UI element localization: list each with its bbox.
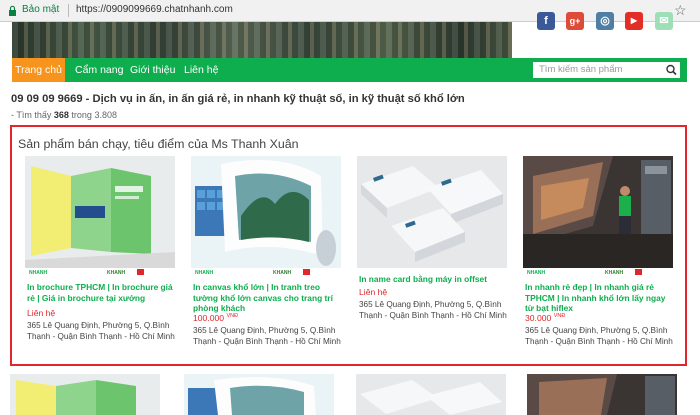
product-image-canvas[interactable]: [191, 156, 341, 268]
product-image-printing[interactable]: [527, 374, 677, 415]
secure-label: Bảo mật: [22, 4, 60, 15]
browser-address-bar[interactable]: Bảo mật https://0909099669.chatnhanh.com…: [0, 0, 700, 22]
product-name-link[interactable]: In nhanh rẻ đẹp | In nhanh giá rẻ TPHCM …: [525, 282, 675, 314]
brand-logo-text: NHANH: [29, 270, 48, 276]
product-image-brochure[interactable]: [10, 374, 160, 415]
price-value: Liên hệ: [27, 308, 56, 318]
brand-logo-text-2: KHANH: [273, 270, 292, 276]
nav-guide[interactable]: Cẩm nang: [75, 58, 123, 82]
brand-logo-bar: NHANH KHANH: [25, 268, 175, 276]
brand-logo-text: NHANH: [527, 270, 546, 276]
search-input[interactable]: Tìm kiếm sản phẩm: [533, 62, 663, 78]
product-address: 365 Lê Quang Định, Phường 5, Q.Bình Thạn…: [193, 326, 341, 346]
facebook-icon[interactable]: f: [537, 12, 555, 30]
price-value: 100.000: [193, 313, 225, 323]
price-value: Liên hệ: [359, 287, 388, 297]
result-found: 368: [53, 110, 69, 120]
product-name-link[interactable]: In name card bằng máy in offset: [359, 274, 509, 285]
brand-logo-bar: NHANH KHANH: [191, 268, 341, 276]
featured-heading: Sản phẩm bán chạy, tiêu điểm của Ms Than…: [18, 137, 299, 151]
brand-logo-text-2: KHANH: [605, 270, 624, 276]
email-icon[interactable]: ✉: [655, 12, 673, 30]
nav-home[interactable]: Trang chủ: [12, 58, 65, 82]
youtube-icon[interactable]: ▶: [625, 12, 643, 30]
brand-logo-mark: [137, 269, 144, 275]
page-title: 09 09 09 9669 - Dịch vụ in ấn, in ấn giá…: [11, 93, 465, 105]
product-address: 365 Lê Quang Định, Phường 5, Q.Bình Thạn…: [27, 321, 175, 341]
brand-logo-mark: [303, 269, 310, 275]
price-unit: VNĐ: [226, 313, 239, 320]
featured-products-section: Sản phẩm bán chạy, tiêu điểm của Ms Than…: [10, 125, 687, 366]
product-name-link[interactable]: In canvas khổ lớn | In tranh treo tường …: [193, 282, 343, 314]
brand-logo-mark: [635, 269, 642, 275]
nav-about[interactable]: Giới thiệu: [130, 58, 175, 82]
header-banner-image: [12, 22, 512, 58]
url-text[interactable]: https://0909099669.chatnhanh.com: [76, 4, 233, 15]
product-address: 365 Lê Quang Định, Phường 5, Q.Bình Thạn…: [525, 326, 673, 346]
product-address: 365 Lê Quang Định, Phường 5, Q.Bình Thạn…: [359, 300, 507, 320]
search-button[interactable]: [663, 62, 680, 78]
lock-icon: [9, 5, 16, 16]
result-count: - Tìm thấy 368 trong 3.808: [11, 110, 117, 120]
product-image-namecard[interactable]: [357, 156, 507, 268]
product-price: 30.000 VNĐ: [525, 313, 565, 323]
google-plus-icon[interactable]: g+: [566, 12, 584, 30]
result-total: 3.808: [94, 110, 117, 120]
product-image-namecard[interactable]: [356, 374, 506, 415]
brand-logo-text: NHANH: [195, 270, 214, 276]
nav-contact[interactable]: Liên hệ: [184, 58, 218, 82]
banner-team-photo: [12, 22, 512, 58]
price-unit: VNĐ: [553, 313, 566, 320]
product-price: 100.000 VNĐ: [193, 313, 238, 323]
result-middle: trong: [71, 110, 92, 120]
product-price: Liên hệ: [359, 287, 387, 297]
product-image-canvas[interactable]: [184, 374, 334, 415]
search-icon: [666, 64, 677, 76]
price-value: 30.000: [525, 313, 552, 323]
product-image-printing[interactable]: [523, 156, 673, 268]
product-name-link[interactable]: In brochure TPHCM | In brochure giá rẻ |…: [27, 282, 177, 303]
divider: [68, 4, 69, 17]
product-image-brochure[interactable]: [25, 156, 175, 268]
product-price: Liên hệ: [27, 308, 55, 318]
brand-logo-text-2: KHANH: [107, 270, 126, 276]
bookmark-star-icon[interactable]: ☆: [674, 2, 687, 19]
result-prefix: - Tìm thấy: [11, 110, 52, 120]
brand-logo-bar: NHANH KHANH: [523, 268, 673, 276]
instagram-icon[interactable]: ◎: [596, 12, 614, 30]
